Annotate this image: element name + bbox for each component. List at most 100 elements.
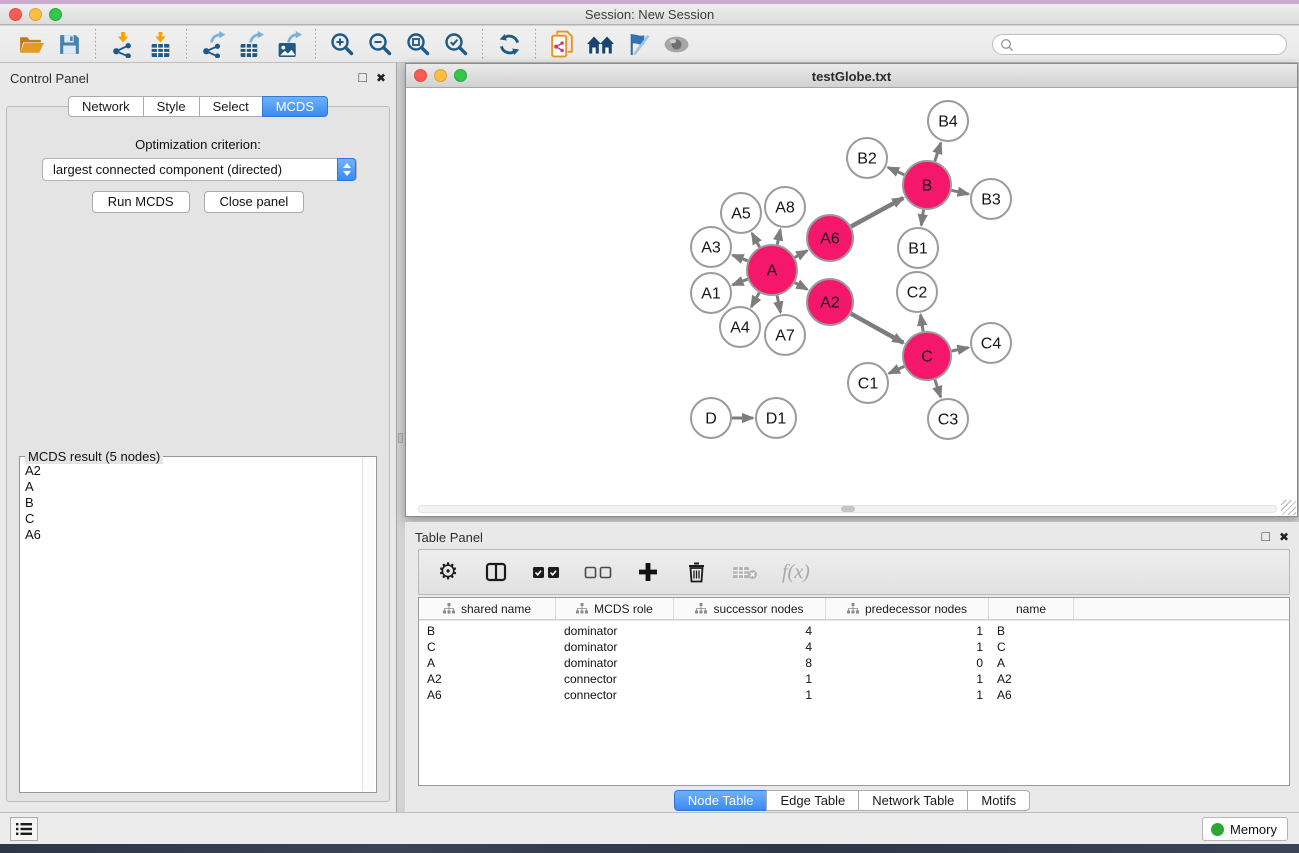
column-header-name[interactable]: name	[989, 598, 1074, 619]
task-history-button[interactable]	[10, 817, 38, 841]
tab-style[interactable]: Style	[143, 96, 200, 117]
flag-slash-icon	[626, 32, 651, 57]
table-row[interactable]: Adominator80A	[419, 655, 1289, 671]
hide-panel-button[interactable]	[619, 29, 657, 60]
table-row[interactable]: A6connector11A6	[419, 687, 1289, 703]
graph-edge-B-B1[interactable]	[921, 210, 923, 225]
table-row[interactable]: Cdominator41C	[419, 639, 1289, 655]
result-list-item[interactable]: A	[25, 479, 358, 495]
zoom-in-button[interactable]	[323, 29, 361, 60]
column-header-label: successor nodes	[713, 602, 803, 616]
export-table-button[interactable]	[232, 29, 270, 60]
apply-function-button[interactable]: f(x)	[782, 558, 810, 586]
close-table-panel-icon[interactable]	[1279, 528, 1289, 546]
zoom-out-button[interactable]	[361, 29, 399, 60]
delete-table-button[interactable]	[732, 558, 758, 586]
tab-network[interactable]: Network	[68, 96, 144, 117]
graph-edge-A-A7[interactable]	[777, 295, 780, 312]
node-table[interactable]: shared nameMCDS role successor nodes prede…	[418, 597, 1290, 786]
table-settings-button[interactable]	[436, 558, 460, 586]
table-row[interactable]: A2connector11A2	[419, 671, 1289, 687]
graph-edge-C-C4[interactable]	[951, 348, 968, 351]
close-panel-icon[interactable]	[376, 69, 386, 87]
table-tab-node-table[interactable]: Node Table	[674, 790, 768, 811]
column-header-successor-nodes[interactable]: successor nodes	[674, 598, 826, 619]
table-body: Bdominator41BCdominator41CAdominator80AA…	[419, 620, 1289, 703]
window-resize-grip[interactable]	[1281, 500, 1296, 515]
split-divider-grip[interactable]	[398, 433, 403, 443]
graph-node-label-B1: B1	[908, 241, 928, 258]
network-window-title: testGlobe.txt	[406, 69, 1297, 84]
search-input[interactable]	[992, 34, 1287, 55]
refresh-view-button[interactable]	[490, 29, 528, 60]
graph-edge-C-C3[interactable]	[935, 380, 941, 397]
result-list-item[interactable]: A2	[25, 463, 358, 479]
column-header-predecessor-nodes[interactable]: predecessor nodes	[826, 598, 989, 619]
result-list-item[interactable]: B	[25, 495, 358, 511]
table-row[interactable]: Bdominator41B	[419, 623, 1289, 639]
export-network-button[interactable]	[194, 29, 232, 60]
table-cell: dominator	[556, 655, 674, 671]
network-window-titlebar: testGlobe.txt	[406, 64, 1297, 88]
table-tab-edge-table[interactable]: Edge Table	[766, 790, 859, 811]
column-header-mcds-role[interactable]: MCDS role	[556, 598, 674, 619]
home-layout-button[interactable]	[581, 29, 619, 60]
toolbar-separator	[186, 29, 187, 59]
graph-edge-C-C1[interactable]	[889, 366, 904, 373]
toolbar-separator	[482, 29, 483, 59]
run-mcds-button[interactable]: Run MCDS	[92, 191, 190, 213]
graph-edge-C-C2[interactable]	[921, 315, 924, 332]
table-cell: A6	[419, 687, 556, 703]
graph-edge-A-A3[interactable]	[733, 255, 748, 261]
float-table-panel-icon[interactable]	[1261, 528, 1269, 546]
zoom-fit-button[interactable]	[399, 29, 437, 60]
fx-icon: f(x)	[782, 561, 810, 584]
memory-button[interactable]: Memory	[1202, 817, 1288, 841]
duplicate-network-button[interactable]	[543, 29, 581, 60]
graph-edge-B-B4[interactable]	[935, 143, 941, 161]
criterion-dropdown[interactable]: largest connected component (directed)	[42, 158, 357, 181]
network-horizontal-scrollbar[interactable]	[418, 505, 1277, 513]
save-session-button[interactable]	[50, 29, 88, 60]
delete-column-button[interactable]	[684, 558, 708, 586]
mcds-tab-content: Optimization criterion: largest connecte…	[6, 106, 390, 802]
graph-edge-A6-B[interactable]	[851, 198, 903, 227]
graph-edge-A-A2[interactable]	[795, 283, 807, 290]
export-image-button[interactable]	[270, 29, 308, 60]
result-list-item[interactable]: C	[25, 511, 358, 527]
table-tab-network-table[interactable]: Network Table	[858, 790, 968, 811]
tab-select[interactable]: Select	[199, 96, 263, 117]
plus-icon	[638, 562, 658, 582]
table-cell: 1	[826, 671, 989, 687]
float-panel-icon[interactable]	[358, 69, 366, 87]
show-panel-button[interactable]	[657, 29, 695, 60]
table-cell: 1	[826, 623, 989, 639]
graph-edge-A2-C[interactable]	[851, 314, 903, 343]
split-view-button[interactable]	[484, 558, 508, 586]
graph-edge-A-A4[interactable]	[751, 293, 759, 307]
tab-mcds[interactable]: MCDS	[262, 96, 328, 117]
graph-edge-B-B3[interactable]	[951, 190, 968, 194]
column-header-shared-name[interactable]: shared name	[419, 598, 556, 619]
result-list-item[interactable]: A6	[25, 527, 358, 543]
network-canvas[interactable]: AA1A2A3A4A5A6A7A8BB1B2B3B4CC1C2C3C4DD1	[406, 89, 1297, 516]
table-tab-motifs[interactable]: Motifs	[967, 790, 1030, 811]
deselect-all-button[interactable]	[584, 558, 612, 586]
toolbar-separator	[315, 29, 316, 59]
graph-edge-A-A5[interactable]	[752, 233, 760, 247]
close-panel-button[interactable]: Close panel	[204, 191, 305, 213]
graph-edge-B-B2[interactable]	[888, 167, 904, 174]
scrollbar-thumb[interactable]	[841, 506, 855, 512]
open-session-button[interactable]	[12, 29, 50, 60]
graph-edge-A-A6[interactable]	[795, 251, 807, 258]
table-cell: connector	[556, 687, 674, 703]
import-table-button[interactable]	[141, 29, 179, 60]
add-column-button[interactable]	[636, 558, 660, 586]
graph-edge-A-A8[interactable]	[777, 230, 780, 245]
zoom-selected-button[interactable]	[437, 29, 475, 60]
graph-node-label-A7: A7	[775, 328, 795, 345]
import-network-button[interactable]	[103, 29, 141, 60]
select-all-button[interactable]	[532, 558, 560, 586]
result-scrollbar[interactable]	[362, 458, 375, 791]
graph-edge-A-A1[interactable]	[733, 279, 748, 285]
